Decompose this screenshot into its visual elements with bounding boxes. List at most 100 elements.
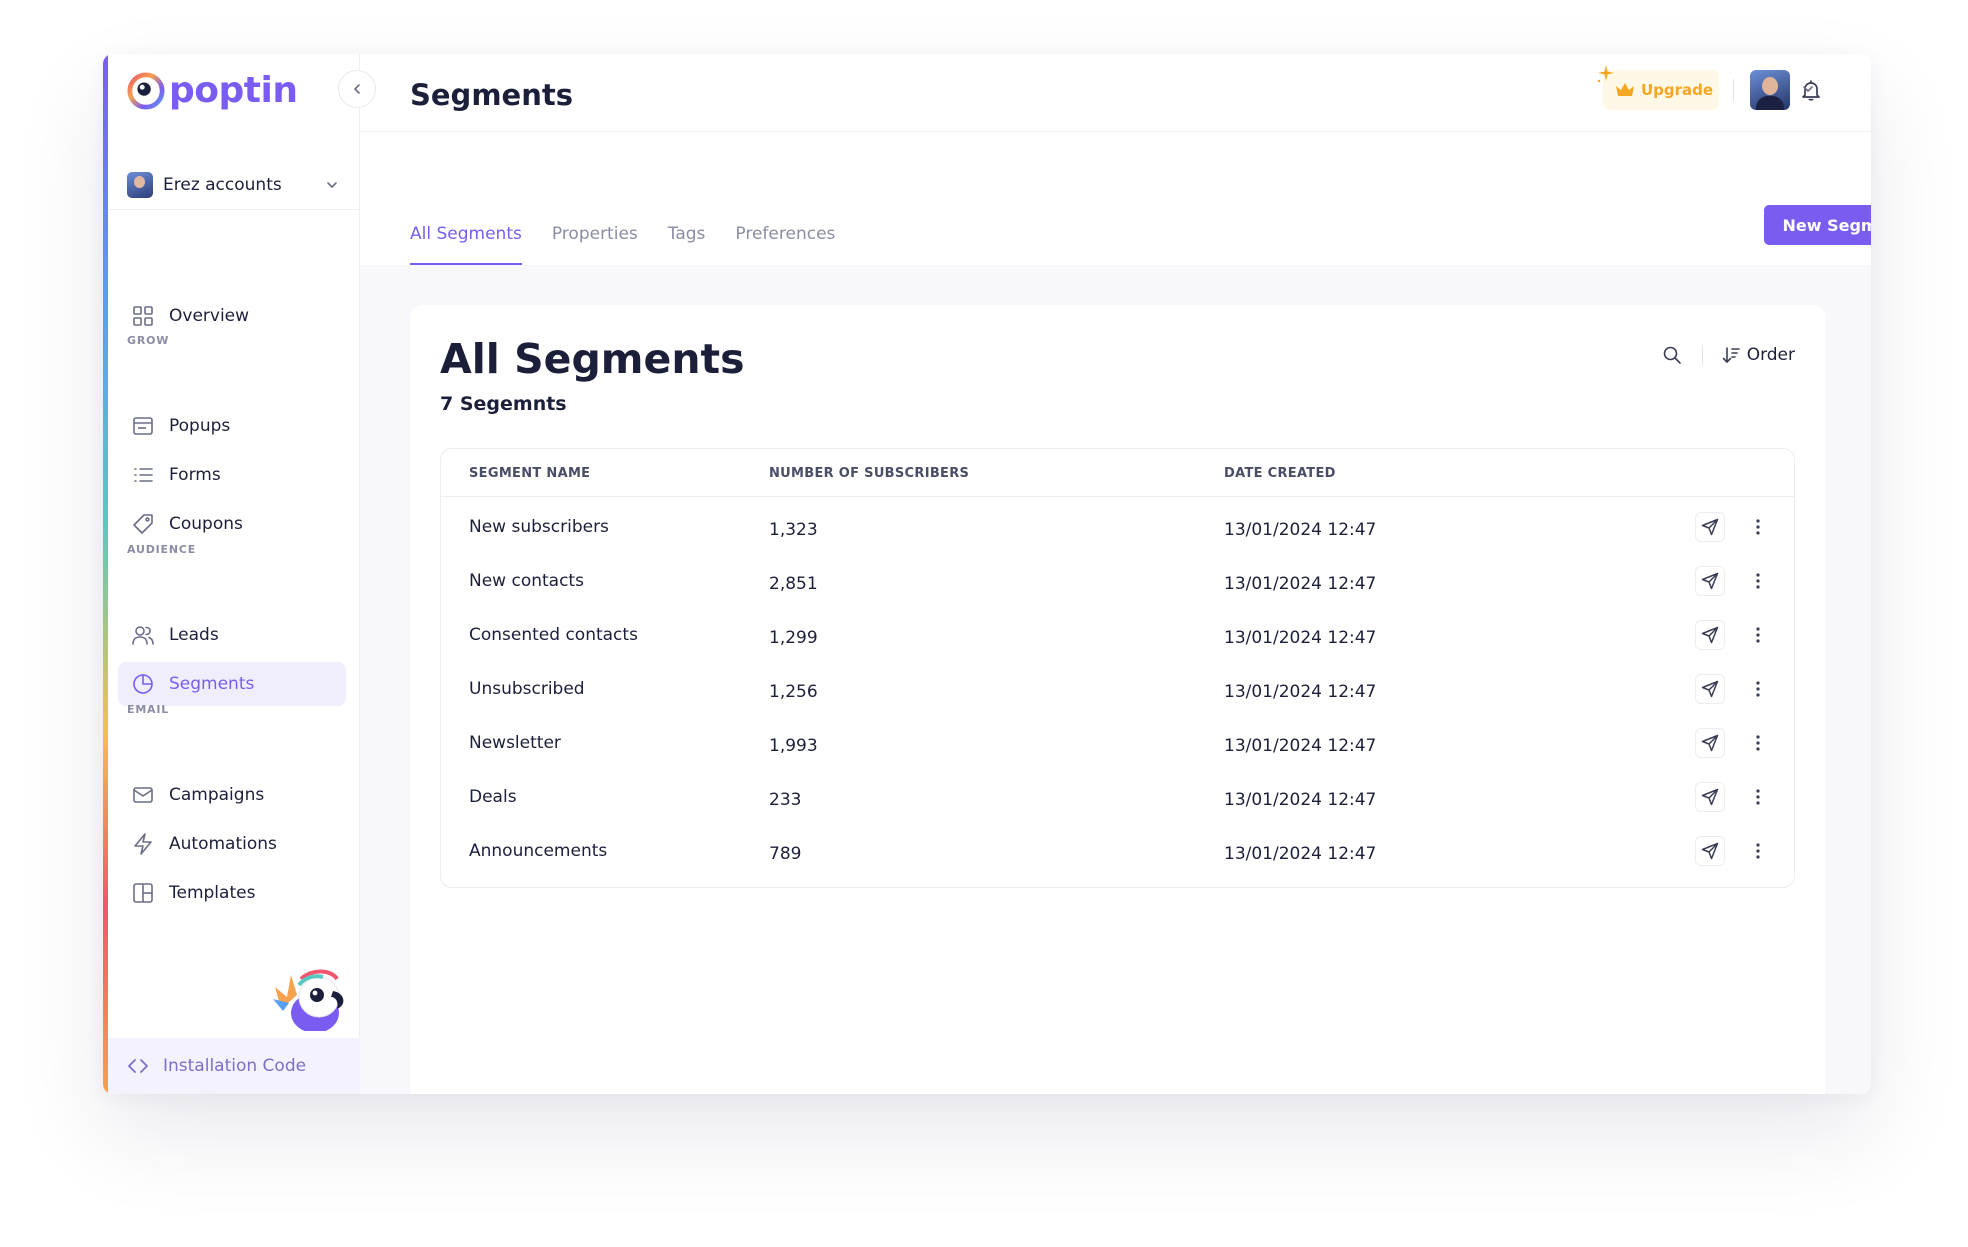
- more-vertical-icon: [1756, 735, 1760, 751]
- sidebar-item-label: Automations: [169, 834, 277, 854]
- new-segment-button[interactable]: New Segment: [1764, 205, 1871, 245]
- parrot-mascot-icon: [273, 969, 344, 1031]
- tag-icon: [132, 513, 154, 535]
- sidebar-item-templates[interactable]: Templates: [118, 871, 346, 915]
- more-options-button[interactable]: [1743, 566, 1773, 596]
- more-vertical-icon: [1756, 573, 1760, 589]
- sidebar-item-label: Popups: [169, 416, 231, 436]
- account-switcher[interactable]: Erez accounts: [127, 169, 339, 201]
- sort-icon: [1722, 347, 1740, 363]
- installation-code-label: Installation Code: [163, 1056, 307, 1076]
- logo-text: poptin: [169, 70, 298, 111]
- send-campaign-button[interactable]: [1695, 620, 1725, 650]
- segment-name[interactable]: Deals: [469, 787, 517, 807]
- send-icon: [1701, 518, 1719, 536]
- segments-table: SEGMENT NAME NUMBER OF SUBSCRIBERS DATE …: [440, 448, 1795, 888]
- sidebar-item-coupons[interactable]: Coupons: [118, 502, 346, 546]
- sidebar-item-leads[interactable]: Leads: [118, 613, 346, 657]
- send-campaign-button[interactable]: [1695, 512, 1725, 542]
- sidebar-item-label: Coupons: [169, 514, 243, 534]
- sidebar-item-overview[interactable]: Overview: [118, 294, 346, 338]
- segment-name[interactable]: Newsletter: [469, 733, 561, 753]
- tab-all-segments[interactable]: All Segments: [410, 133, 522, 265]
- order-button[interactable]: Order: [1721, 345, 1795, 365]
- sidebar-item-forms[interactable]: Forms: [118, 453, 346, 497]
- more-options-button[interactable]: [1743, 512, 1773, 542]
- installation-code-button[interactable]: Installation Code: [108, 1038, 360, 1094]
- section-label-audience: AUDIENCE: [127, 543, 197, 556]
- sidebar-item-popups[interactable]: Popups: [118, 404, 346, 448]
- segments-count: 7 Segemnts: [440, 393, 567, 415]
- segment-name[interactable]: New subscribers: [469, 517, 609, 537]
- send-icon: [1701, 842, 1719, 860]
- date-created: 13/01/2024 12:47: [1224, 520, 1377, 540]
- send-icon: [1701, 788, 1719, 806]
- segment-name[interactable]: Consented contacts: [469, 625, 638, 645]
- poptin-logo-icon: [127, 72, 165, 110]
- send-icon: [1701, 680, 1719, 698]
- more-options-button[interactable]: [1743, 674, 1773, 704]
- send-campaign-button[interactable]: [1695, 728, 1725, 758]
- section-label-grow: GROW: [127, 334, 170, 347]
- chevron-down-icon[interactable]: [1801, 82, 1815, 96]
- card-toolbar: Order: [1660, 343, 1795, 367]
- tab-preferences[interactable]: Preferences: [735, 133, 835, 265]
- table-row[interactable]: Announcements 789 13/01/2024 12:47: [441, 821, 1794, 875]
- tab-tags[interactable]: Tags: [668, 133, 706, 265]
- content-area: All Segments 7 Segemnts Order SEGMENT NA…: [360, 265, 1871, 1094]
- collapse-sidebar-button[interactable]: [338, 70, 376, 108]
- sidebar: poptin Erez accounts Overview GROW Popup…: [103, 54, 360, 1094]
- subscriber-count: 2,851: [769, 574, 818, 594]
- sidebar-item-campaigns[interactable]: Campaigns: [118, 773, 346, 817]
- more-options-button[interactable]: [1743, 728, 1773, 758]
- send-campaign-button[interactable]: [1695, 566, 1725, 596]
- column-header-date-created[interactable]: DATE CREATED: [1224, 466, 1336, 481]
- column-header-segment-name[interactable]: SEGMENT NAME: [469, 466, 590, 481]
- upgrade-button[interactable]: Upgrade: [1597, 65, 1719, 110]
- send-campaign-button[interactable]: [1695, 782, 1725, 812]
- tab-properties[interactable]: Properties: [552, 133, 638, 265]
- send-campaign-button[interactable]: [1695, 836, 1725, 866]
- table-row[interactable]: Newsletter 1,993 13/01/2024 12:47: [441, 713, 1794, 767]
- more-options-button[interactable]: [1743, 782, 1773, 812]
- table-row[interactable]: New subscribers 1,323 13/01/2024 12:47: [441, 497, 1794, 551]
- more-vertical-icon: [1756, 519, 1760, 535]
- segment-name[interactable]: Announcements: [469, 841, 607, 861]
- layout-icon: [132, 882, 154, 904]
- segment-name[interactable]: New contacts: [469, 571, 584, 591]
- send-icon: [1701, 626, 1719, 644]
- date-created: 13/01/2024 12:47: [1224, 682, 1377, 702]
- more-options-button[interactable]: [1743, 836, 1773, 866]
- column-header-subscribers[interactable]: NUMBER OF SUBSCRIBERS: [769, 466, 969, 481]
- subscriber-count: 233: [769, 790, 802, 810]
- table-row[interactable]: Unsubscribed 1,256 13/01/2024 12:47: [441, 659, 1794, 713]
- account-name: Erez accounts: [163, 175, 282, 195]
- sidebar-item-automations[interactable]: Automations: [118, 822, 346, 866]
- code-icon: [128, 1059, 148, 1073]
- top-bar: Segments Upgrade: [360, 54, 1871, 132]
- segments-card: All Segments 7 Segemnts Order SEGMENT NA…: [410, 305, 1825, 1094]
- segment-name[interactable]: Unsubscribed: [469, 679, 585, 699]
- date-created: 13/01/2024 12:47: [1224, 736, 1377, 756]
- user-avatar[interactable]: [1750, 70, 1790, 110]
- crown-icon: [1616, 83, 1634, 96]
- table-row[interactable]: New contacts 2,851 13/01/2024 12:47: [441, 551, 1794, 605]
- more-options-button[interactable]: [1743, 620, 1773, 650]
- sidebar-item-segments[interactable]: Segments: [118, 662, 346, 706]
- sidebar-item-label: Campaigns: [169, 785, 265, 805]
- date-created: 13/01/2024 12:47: [1224, 790, 1377, 810]
- send-campaign-button[interactable]: [1695, 674, 1725, 704]
- more-vertical-icon: [1756, 627, 1760, 643]
- sparkle-icon: [1597, 65, 1614, 83]
- send-icon: [1701, 572, 1719, 590]
- account-avatar: [127, 172, 153, 198]
- table-row[interactable]: Deals 233 13/01/2024 12:47: [441, 767, 1794, 821]
- date-created: 13/01/2024 12:47: [1224, 574, 1377, 594]
- date-created: 13/01/2024 12:47: [1224, 844, 1377, 864]
- logo[interactable]: poptin: [127, 70, 298, 111]
- divider: [1701, 345, 1703, 365]
- grid-icon: [132, 305, 154, 327]
- search-button[interactable]: [1660, 343, 1684, 367]
- section-label-email: EMAIL: [127, 703, 170, 716]
- table-row[interactable]: Consented contacts 1,299 13/01/2024 12:4…: [441, 605, 1794, 659]
